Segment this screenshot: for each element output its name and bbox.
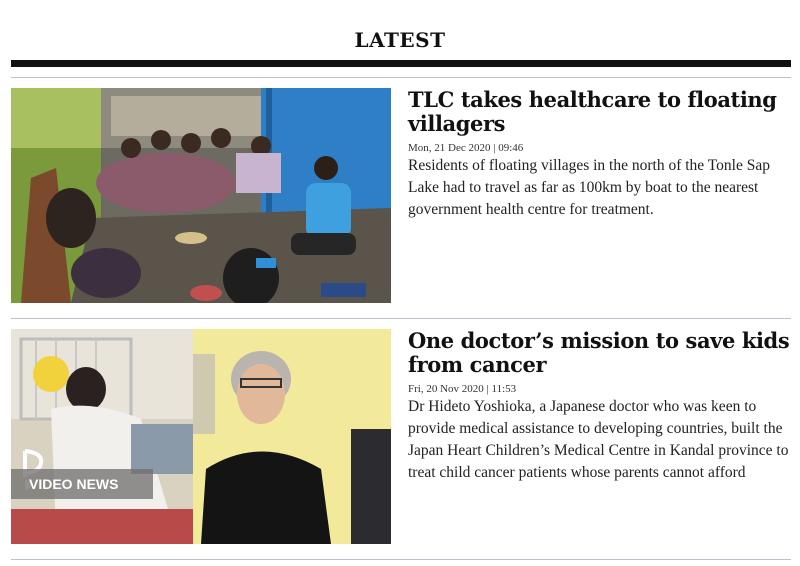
divider [11,318,791,319]
section-divider [11,60,791,67]
section-title: LATEST [354,28,446,52]
floating-village-photo [11,88,391,303]
divider [11,77,791,78]
article-summary: Dr Hideto Yoshioka, a Japanese doctor wh… [408,398,789,481]
article-summary: Residents of floating villages in the no… [408,157,770,218]
divider [11,559,791,560]
article-headline[interactable]: TLC takes healthcare to floating village… [408,88,791,136]
article-thumbnail[interactable] [11,88,391,303]
article-date: Mon, 21 Dec 2020 | 09:46 [408,142,524,154]
article-headline[interactable]: One doctor’s mission to save kids from c… [408,329,791,377]
article-date: Fri, 20 Nov 2020 | 11:53 [408,383,517,395]
video-news-badge: VIDEO NEWS [11,469,153,499]
article-text: TLC takes healthcare to floating village… [408,88,791,221]
doctor-interview-photo [11,329,391,544]
article-thumbnail[interactable]: VIDEO NEWS [11,329,391,544]
video-news-label: VIDEO NEWS [29,476,119,492]
article-text: One doctor’s mission to save kids from c… [408,329,791,484]
